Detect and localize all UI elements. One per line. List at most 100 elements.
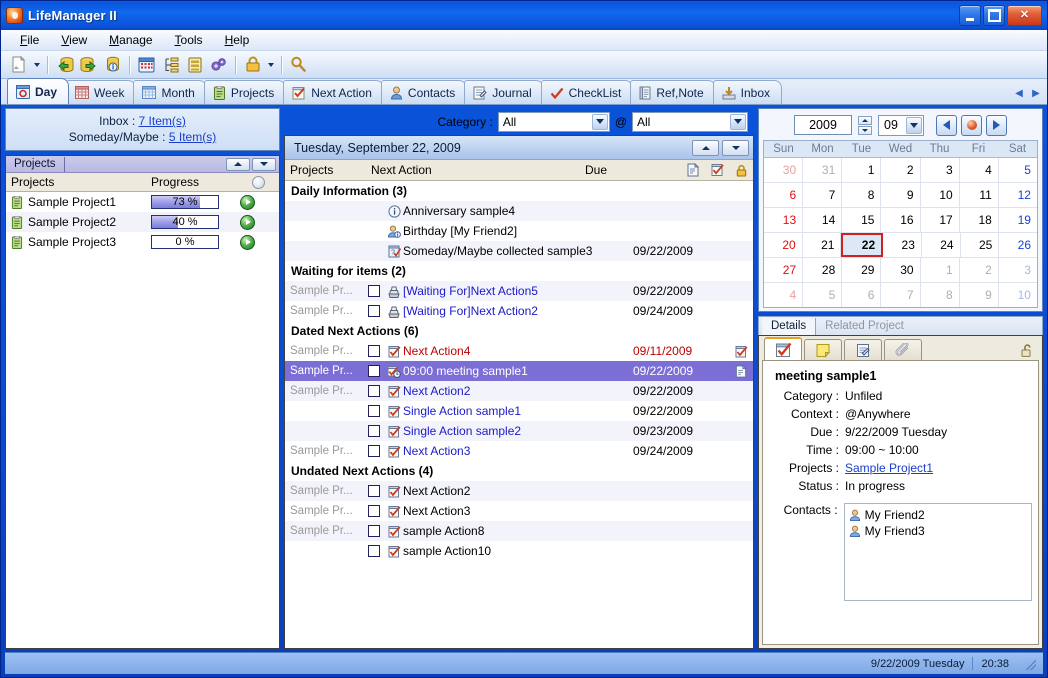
calendar-day[interactable]: 1: [842, 158, 882, 182]
tab-scroll-right-icon[interactable]: ▶: [1029, 85, 1043, 101]
col-projects[interactable]: Projects: [285, 163, 363, 177]
checklist-column-icon[interactable]: [705, 163, 729, 177]
col-due[interactable]: Due: [585, 163, 681, 177]
menu-tools[interactable]: Tools: [165, 30, 213, 50]
calendar-day[interactable]: 28: [803, 258, 843, 282]
list-item[interactable]: Anniversary sample4: [285, 201, 753, 221]
next-day-button[interactable]: [722, 139, 749, 156]
list-item[interactable]: Sample Pr... Next Action4 09/11/2009: [285, 341, 753, 361]
minimize-button[interactable]: [959, 5, 981, 26]
calendar-day-today[interactable]: 22: [841, 233, 884, 257]
sort-circle-icon[interactable]: [237, 175, 279, 189]
calendar-day[interactable]: 21: [803, 233, 842, 257]
calendar-day[interactable]: 9: [881, 183, 921, 207]
calendar-day[interactable]: 27: [764, 258, 804, 282]
calendar-day[interactable]: 17: [921, 208, 960, 232]
chevron-down-icon[interactable]: [730, 113, 746, 130]
calendar-day[interactable]: 3: [999, 258, 1037, 282]
projects-col-progress[interactable]: Progress: [151, 175, 237, 189]
settings-gears-icon[interactable]: [207, 54, 230, 76]
lock-column-icon[interactable]: [729, 164, 753, 177]
lock-dropdown-arrow[interactable]: [265, 54, 276, 76]
inbox-count-link[interactable]: 7 Item(s): [139, 114, 186, 128]
calendar-day[interactable]: 5: [803, 283, 843, 307]
calendar-day[interactable]: 31: [803, 158, 843, 182]
calendar-day[interactable]: 1: [921, 258, 960, 282]
item-checkbox[interactable]: [363, 545, 385, 557]
menu-help[interactable]: Help: [215, 30, 260, 50]
list-item[interactable]: Sample Pr... [Waiting For]Next Action2 0…: [285, 301, 753, 321]
list-item[interactable]: Birthday [My Friend2]: [285, 221, 753, 241]
calendar-day[interactable]: 26: [999, 233, 1037, 257]
calendar-day[interactable]: 29: [842, 258, 882, 282]
context-select[interactable]: All: [632, 111, 748, 132]
project-link[interactable]: Sample Project1: [845, 461, 933, 475]
calendar-day[interactable]: 6: [764, 183, 804, 207]
detail-form-tab[interactable]: [844, 339, 882, 360]
database-info-icon[interactable]: [101, 54, 124, 76]
calendar-day[interactable]: 10: [999, 283, 1037, 307]
calendar-day[interactable]: 7: [881, 283, 921, 307]
calendar-day[interactable]: 14: [803, 208, 843, 232]
calendar-day[interactable]: 30: [881, 258, 921, 282]
item-checkbox[interactable]: [363, 305, 385, 317]
calendar-day[interactable]: 3: [921, 158, 960, 182]
item-checkbox[interactable]: [363, 345, 385, 357]
year-input[interactable]: 2009: [794, 115, 852, 135]
calendar-day[interactable]: 15: [842, 208, 882, 232]
tab-details[interactable]: Details: [762, 317, 817, 335]
item-checkbox[interactable]: [363, 445, 385, 457]
calendar-day[interactable]: 13: [764, 208, 804, 232]
new-item-icon[interactable]: [7, 54, 30, 76]
calendar-day[interactable]: 9: [960, 283, 999, 307]
menu-view[interactable]: View: [51, 30, 97, 50]
previous-day-button[interactable]: [692, 139, 719, 156]
category-select[interactable]: All: [497, 111, 610, 132]
list-item[interactable]: Sample Pr... Next Action3 09/24/2009: [285, 441, 753, 461]
item-checkbox[interactable]: [363, 365, 385, 377]
tab-day[interactable]: Day: [7, 78, 70, 104]
calendar-prev-icon[interactable]: [936, 114, 957, 136]
calendar-day[interactable]: 11: [960, 183, 999, 207]
calendar-next-icon[interactable]: [986, 114, 1007, 136]
import-database-icon[interactable]: [53, 54, 76, 76]
list-item[interactable]: Sample Pr... Next Action2: [285, 481, 753, 501]
col-next-action[interactable]: Next Action: [363, 163, 585, 177]
someday-count-link[interactable]: 5 Item(s): [169, 130, 216, 144]
list-item[interactable]: My Friend2: [849, 507, 1027, 523]
calendar-day[interactable]: 24: [922, 233, 961, 257]
calendar-day[interactable]: 12: [999, 183, 1037, 207]
chevron-down-icon[interactable]: [591, 113, 608, 130]
list-item[interactable]: Single Action sample2 09/23/2009: [285, 421, 753, 441]
list-item[interactable]: Sample Pr... Next Action3: [285, 501, 753, 521]
list-item[interactable]: Sample Pr... Next Action2 09/22/2009: [285, 381, 753, 401]
month-select[interactable]: 09: [878, 114, 924, 136]
tree-outline-icon[interactable]: [159, 54, 182, 76]
calendar-day[interactable]: 5: [999, 158, 1037, 182]
calendar-day[interactable]: 16: [881, 208, 921, 232]
year-increment-button[interactable]: [858, 115, 872, 125]
project-go-button[interactable]: [240, 234, 255, 250]
list-item[interactable]: Sample Pr... [Waiting For]Next Action5 0…: [285, 281, 753, 301]
export-database-icon[interactable]: [77, 54, 100, 76]
item-checkbox[interactable]: [363, 385, 385, 397]
project-go-button[interactable]: [240, 214, 255, 230]
tab-next-action[interactable]: Next Action: [283, 80, 384, 104]
tab-inbox[interactable]: Inbox: [712, 80, 783, 104]
calendar-day[interactable]: 2: [881, 158, 921, 182]
unlock-icon[interactable]: [1020, 343, 1034, 358]
detail-note-tab[interactable]: [804, 339, 842, 360]
calendar-day[interactable]: 8: [921, 283, 960, 307]
projects-scroll-up-button[interactable]: [226, 157, 250, 171]
item-checkbox[interactable]: [363, 285, 385, 297]
projects-scroll-down-button[interactable]: [252, 157, 276, 171]
calendar-day[interactable]: 2: [960, 258, 999, 282]
calendar-day[interactable]: 7: [803, 183, 843, 207]
lock-icon[interactable]: [241, 54, 264, 76]
calendar-day[interactable]: 25: [961, 233, 1000, 257]
tab-scroll-left-icon[interactable]: ◀: [1012, 85, 1026, 101]
project-go-button[interactable]: [240, 194, 255, 210]
calendar-day[interactable]: 6: [842, 283, 882, 307]
item-checkbox[interactable]: [363, 425, 385, 437]
tab-related-project[interactable]: Related Project: [816, 318, 913, 335]
